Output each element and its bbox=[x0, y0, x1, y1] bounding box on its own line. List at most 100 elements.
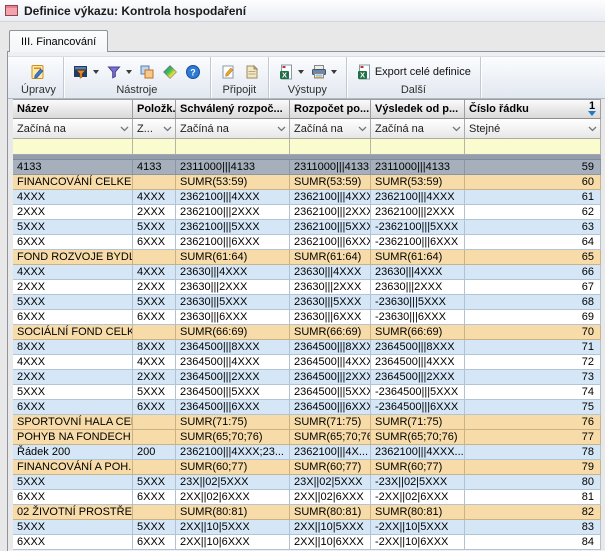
table-row[interactable]: 6XXX6XXX2362100|||6XXX2362100|||6XXX-236… bbox=[13, 235, 601, 250]
cell-vysledek-od-p: -2XX||10|5XXX bbox=[371, 520, 465, 535]
table-row[interactable]: 2XXX2XXX2364500|||2XXX2364500|||2XXX2364… bbox=[13, 370, 601, 385]
cell-vysledek-od-p: -2XX||10|6XXX bbox=[371, 535, 465, 550]
tab-financovani[interactable]: III. Financování bbox=[9, 30, 108, 52]
filter-operator-polozka[interactable]: Z... bbox=[133, 119, 176, 139]
column-header-nazev[interactable]: Název bbox=[13, 99, 133, 119]
doc-edit-button[interactable] bbox=[218, 63, 238, 81]
column-header-label: Schválený rozpoč... bbox=[180, 100, 283, 118]
table-row[interactable]: 413341332311000|||41332311000|||41332311… bbox=[13, 160, 601, 175]
doc-scroll-button[interactable] bbox=[241, 63, 261, 81]
chevron-down-icon[interactable] bbox=[452, 120, 461, 138]
filter-input-rozpocet-po[interactable] bbox=[290, 139, 371, 155]
table-row[interactable]: 6XXX6XXX2XX||10|6XXX2XX||10|6XXX-2XX||10… bbox=[13, 535, 601, 550]
cell-polozka bbox=[133, 415, 176, 430]
chevron-down-icon[interactable] bbox=[163, 120, 172, 138]
column-header-vysledek-od-p[interactable]: Výsledek od p... bbox=[371, 99, 465, 119]
table-row[interactable]: 2XXX2XXX2362100|||2XXX2362100|||2XXX2362… bbox=[13, 205, 601, 220]
column-header-rozpocet-po[interactable]: Rozpočet po... bbox=[290, 99, 371, 119]
cell-rozpocet-po: 2362100|||5XXX bbox=[290, 220, 371, 235]
cell-vysledek-od-p: -2364500|||5XXX bbox=[371, 385, 465, 400]
filter-operator-rozpocet-po[interactable]: Začíná na bbox=[290, 119, 371, 139]
toolbar-group-label: Výstupy bbox=[288, 84, 327, 97]
table-row[interactable]: SPORTOVNÍ HALA CEL...SUMR(71:75)SUMR(71:… bbox=[13, 415, 601, 430]
table-row[interactable]: SOCIÁLNÍ FOND CELKEMSUMR(66:69)SUMR(66:6… bbox=[13, 325, 601, 340]
filter-icon bbox=[106, 64, 122, 80]
chevron-down-icon[interactable] bbox=[120, 120, 129, 138]
excel-button[interactable]: XExport celé definice bbox=[354, 63, 473, 81]
chevron-down-icon[interactable] bbox=[277, 120, 286, 138]
cell-polozka bbox=[133, 505, 176, 520]
cell-schvaleny-rozpocet: 2362100|||2XXX bbox=[176, 205, 290, 220]
cell-schvaleny-rozpocet: 2362100|||6XXX bbox=[176, 235, 290, 250]
filter-operator-label: Z... bbox=[137, 120, 153, 138]
table-row[interactable]: Řádek 2002002362100|||4XXX;23...2362100|… bbox=[13, 445, 601, 460]
cell-polozka: 5XXX bbox=[133, 385, 176, 400]
table-row[interactable]: 6XXX6XXX2XX||02|6XXX2XX||02|6XXX-2XX||02… bbox=[13, 490, 601, 505]
data-grid: Název Položk...Schválený rozpoč... Rozpoče… bbox=[8, 99, 605, 550]
cell-vysledek-od-p: 2364500|||2XXX bbox=[371, 370, 465, 385]
cell-vysledek-od-p: SUMR(66:69) bbox=[371, 325, 465, 340]
cell-polozka: 6XXX bbox=[133, 235, 176, 250]
table-row[interactable]: 4XXX4XXX2362100|||4XXX2362100|||4XXX2362… bbox=[13, 190, 601, 205]
cell-schvaleny-rozpocet: 23630|||5XXX bbox=[176, 295, 290, 310]
toolbar-button-label: Export celé definice bbox=[375, 66, 471, 78]
table-row[interactable]: 6XXX6XXX23630|||6XXX23630|||6XXX-23630||… bbox=[13, 310, 601, 325]
prism-icon bbox=[162, 64, 178, 80]
table-row[interactable]: 5XXX5XXX2362100|||5XXX2362100|||5XXX-236… bbox=[13, 220, 601, 235]
table-row[interactable]: 5XXX5XXX23X||02|5XXX23X||02|5XXX-23X||02… bbox=[13, 475, 601, 490]
cell-rozpocet-po: 2362100|||2XXX bbox=[290, 205, 371, 220]
table-row[interactable]: 2XXX2XXX23630|||2XXX23630|||2XXX23630|||… bbox=[13, 280, 601, 295]
edit-button[interactable] bbox=[28, 63, 48, 81]
chevron-down-icon[interactable] bbox=[298, 70, 304, 74]
filter-operator-vysledek-od-p[interactable]: Začíná na bbox=[371, 119, 465, 139]
table-row[interactable]: POHYB NA FONDECH ...SUMR(65;70;76)SUMR(6… bbox=[13, 430, 601, 445]
cell-rozpocet-po: 2364500|||4XXX bbox=[290, 355, 371, 370]
cell-vysledek-od-p: SUMR(60;77) bbox=[371, 460, 465, 475]
column-header-cislo-radku[interactable]: Číslo řádku1 bbox=[465, 99, 601, 119]
filter-input-vysledek-od-p[interactable] bbox=[371, 139, 465, 155]
chevron-down-icon[interactable] bbox=[588, 120, 597, 138]
filter-input-polozka[interactable] bbox=[133, 139, 176, 155]
cell-polozka bbox=[133, 460, 176, 475]
filter-operator-nazev[interactable]: Začíná na bbox=[13, 119, 133, 139]
chevron-down-icon[interactable] bbox=[331, 70, 337, 74]
table-row[interactable]: FINANCOVÁNÍ CELKEMSUMR(53:59)SUMR(53:59)… bbox=[13, 175, 601, 190]
help-button[interactable]: ? bbox=[183, 63, 203, 81]
table-row[interactable]: 4XXX4XXX2364500|||4XXX2364500|||4XXX2364… bbox=[13, 355, 601, 370]
table-row[interactable]: 5XXX5XXX2364500|||5XXX2364500|||5XXX-236… bbox=[13, 385, 601, 400]
table-row[interactable]: 8XXX8XXX2364500|||8XXX2364500|||8XXX2364… bbox=[13, 340, 601, 355]
filter-button[interactable] bbox=[104, 63, 134, 81]
table-row[interactable]: 6XXX6XXX2364500|||6XXX2364500|||6XXX-236… bbox=[13, 400, 601, 415]
table-row[interactable]: 4XXX4XXX23630|||4XXX23630|||4XXX23630|||… bbox=[13, 265, 601, 280]
filter-input-cislo-radku[interactable] bbox=[465, 139, 601, 155]
table-row[interactable]: 02 ŽIVOTNÍ PROSTŘE...SUMR(80:81)SUMR(80:… bbox=[13, 505, 601, 520]
cell-polozka: 5XXX bbox=[133, 475, 176, 490]
cell-schvaleny-rozpocet: 2362100|||4XXX;23... bbox=[176, 445, 290, 460]
chevron-down-icon[interactable] bbox=[93, 70, 99, 74]
printer-button[interactable] bbox=[309, 63, 339, 81]
filter-operator-schvaleny-rozpocet[interactable]: Začíná na bbox=[176, 119, 290, 139]
column-header-label: Název bbox=[17, 100, 49, 118]
prism-button[interactable] bbox=[160, 63, 180, 81]
cell-rozpocet-po: 2364500|||8XXX bbox=[290, 340, 371, 355]
filter-operator-cislo-radku[interactable]: Stejné bbox=[465, 119, 601, 139]
table-row[interactable]: FINANCOVÁNÍ A POH...SUMR(60;77)SUMR(60;7… bbox=[13, 460, 601, 475]
table-row[interactable]: 5XXX5XXX2XX||10|5XXX2XX||10|5XXX-2XX||10… bbox=[13, 520, 601, 535]
chevron-down-icon[interactable] bbox=[126, 70, 132, 74]
table-row[interactable]: FOND ROZVOJE BYDL...SUMR(61:64)SUMR(61:6… bbox=[13, 250, 601, 265]
toolbar-group-pripojit: Připojit bbox=[211, 57, 269, 98]
excel-button[interactable]: X bbox=[276, 63, 306, 81]
table-filter-button[interactable] bbox=[71, 63, 101, 81]
filter-input-row bbox=[13, 139, 601, 155]
cell-cislo-radku: 68 bbox=[465, 295, 601, 310]
chevron-down-icon[interactable] bbox=[358, 120, 367, 138]
table-row[interactable]: 5XXX5XXX23630|||5XXX23630|||5XXX-23630||… bbox=[13, 295, 601, 310]
filter-input-schvaleny-rozpocet[interactable] bbox=[176, 139, 290, 155]
column-header-polozka[interactable]: Položk... bbox=[133, 99, 176, 119]
cell-schvaleny-rozpocet: 2364500|||4XXX bbox=[176, 355, 290, 370]
cell-cislo-radku: 65 bbox=[465, 250, 601, 265]
column-header-schvaleny-rozpocet[interactable]: Schválený rozpoč... bbox=[176, 99, 290, 119]
copy-button[interactable] bbox=[137, 63, 157, 81]
cell-rozpocet-po: 23630|||5XXX bbox=[290, 295, 371, 310]
filter-input-nazev[interactable] bbox=[13, 139, 133, 155]
